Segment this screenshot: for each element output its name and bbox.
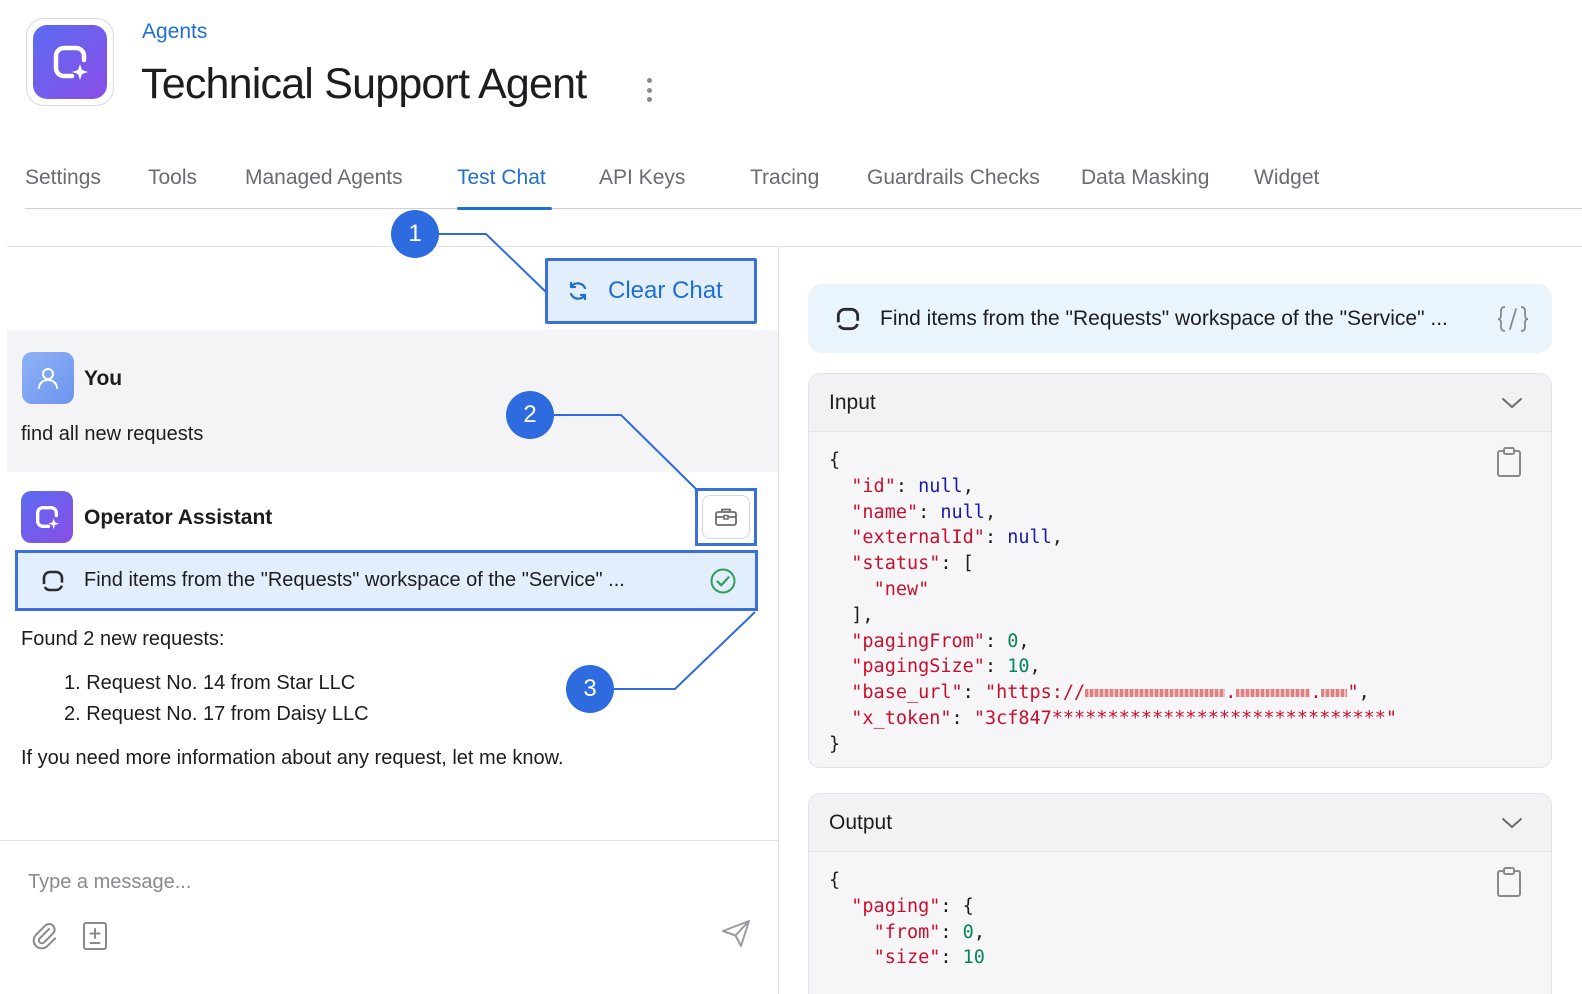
json-key: "externalId" bbox=[851, 527, 985, 549]
breadcrumb-agents[interactable]: Agents bbox=[142, 20, 207, 44]
input-panel-body: { "id": null, "name": null, "externalId"… bbox=[809, 432, 1551, 767]
callout-badge-2: 2 bbox=[506, 391, 554, 439]
output-panel-title: Output bbox=[829, 810, 893, 834]
attach-button[interactable] bbox=[28, 919, 60, 951]
tool-detail-title: Find items from the "Requests" workspace… bbox=[880, 306, 1448, 330]
clipboard-icon[interactable] bbox=[1495, 866, 1523, 898]
json-value: 10 bbox=[1007, 656, 1030, 678]
document-plus-icon bbox=[83, 922, 107, 950]
json-key: "id" bbox=[851, 475, 896, 497]
composer-divider bbox=[0, 840, 778, 841]
redacted-text bbox=[1236, 689, 1311, 698]
divider bbox=[7, 246, 1582, 247]
output-json: { "paging": { "from": 0, "size": 10 bbox=[829, 870, 985, 969]
redacted-text bbox=[1321, 689, 1348, 698]
json-value: "new" bbox=[873, 578, 930, 600]
assistant-avatar bbox=[21, 491, 73, 543]
user-icon bbox=[38, 368, 58, 389]
clear-chat-button[interactable]: Clear Chat bbox=[545, 258, 757, 324]
more-options-icon[interactable] bbox=[641, 74, 657, 106]
output-panel-header[interactable]: Output bbox=[809, 794, 1551, 852]
pane-divider bbox=[778, 247, 779, 994]
tab-bar: Settings Tools Managed Agents Test Chat … bbox=[25, 163, 1582, 210]
send-icon bbox=[722, 920, 750, 947]
output-panel-body: { "paging": { "from": 0, "size": 10 bbox=[809, 852, 1551, 994]
sparkle-loop-icon bbox=[36, 506, 59, 529]
json-key: "pagingFrom" bbox=[851, 630, 985, 652]
json-value: 10 bbox=[962, 947, 985, 969]
user-message-text: find all new requests bbox=[21, 423, 204, 445]
tab-api-keys[interactable]: API Keys bbox=[599, 163, 685, 209]
user-avatar bbox=[22, 352, 74, 404]
json-value: null bbox=[918, 475, 963, 497]
json-value: "https:// bbox=[984, 682, 1086, 704]
tab-data-masking[interactable]: Data Masking bbox=[1081, 163, 1209, 209]
chevron-down-icon[interactable] bbox=[1501, 396, 1523, 410]
tab-widget[interactable]: Widget bbox=[1254, 163, 1319, 209]
assistant-author: Operator Assistant bbox=[84, 506, 273, 529]
json-key: "x_token" bbox=[851, 707, 952, 729]
json-value: null bbox=[940, 501, 985, 523]
input-json: { "id": null, "name": null, "externalId"… bbox=[829, 450, 1398, 755]
json-key: "from" bbox=[873, 921, 941, 943]
refresh-icon bbox=[569, 281, 587, 301]
clipboard-icon[interactable] bbox=[1495, 446, 1523, 478]
json-key: "status" bbox=[851, 553, 941, 575]
tab-managed-agents[interactable]: Managed Agents bbox=[245, 163, 403, 209]
send-button[interactable] bbox=[718, 916, 754, 950]
loop-icon bbox=[42, 570, 64, 591]
assistant-outro: If you need more information about any r… bbox=[21, 747, 564, 769]
list-item: 1. Request No. 14 from Star LLC bbox=[64, 672, 356, 694]
check-circle-icon bbox=[710, 568, 736, 593]
clear-chat-label: Clear Chat bbox=[608, 277, 723, 304]
code-braces-icon[interactable] bbox=[1496, 304, 1530, 334]
json-value: 0 bbox=[1007, 630, 1019, 652]
json-value: null bbox=[1007, 527, 1052, 549]
tool-call-text: Find items from the "Requests" workspace… bbox=[84, 569, 625, 591]
page-title: Technical Support Agent bbox=[141, 60, 587, 108]
json-key: "name" bbox=[851, 501, 919, 523]
input-panel: Input { "id": null, "name": null, "exter… bbox=[808, 373, 1552, 768]
tab-guardrails-checks[interactable]: Guardrails Checks bbox=[867, 163, 1040, 209]
json-key: "size" bbox=[873, 947, 941, 969]
agent-logo bbox=[26, 18, 114, 106]
chevron-down-icon[interactable] bbox=[1501, 816, 1523, 830]
request-list: 1. Request No. 14 from Star LLC 2. Reque… bbox=[64, 668, 369, 730]
user-message: You find all new requests bbox=[7, 330, 778, 472]
tool-detail-header: Find items from the "Requests" workspace… bbox=[808, 284, 1552, 353]
redacted-text bbox=[1085, 689, 1226, 698]
tab-test-chat[interactable]: Test Chat bbox=[457, 163, 552, 210]
tab-tools[interactable]: Tools bbox=[148, 163, 197, 209]
user-author: You bbox=[84, 367, 123, 390]
template-button[interactable] bbox=[80, 920, 110, 952]
input-panel-title: Input bbox=[829, 390, 876, 414]
json-key: "base_url" bbox=[851, 682, 963, 704]
paperclip-icon bbox=[32, 923, 56, 950]
tab-settings[interactable]: Settings bbox=[25, 163, 101, 209]
assistant-intro: Found 2 new requests: bbox=[21, 628, 225, 650]
output-panel: Output { "paging": { "from": 0, "size": … bbox=[808, 793, 1552, 994]
json-value: 0 bbox=[962, 921, 974, 943]
callout-badge-1: 1 bbox=[391, 210, 439, 258]
json-key: "pagingSize" bbox=[851, 656, 985, 678]
sparkle-loop-icon bbox=[53, 45, 88, 80]
toolbox-icon bbox=[715, 508, 737, 526]
json-key: "paging" bbox=[851, 895, 941, 917]
tools-button[interactable] bbox=[695, 488, 757, 546]
input-panel-header[interactable]: Input bbox=[809, 374, 1551, 432]
list-item: 2. Request No. 17 from Daisy LLC bbox=[64, 703, 369, 725]
tab-tracing[interactable]: Tracing bbox=[750, 163, 819, 209]
tool-call-item[interactable]: Find items from the "Requests" workspace… bbox=[15, 550, 758, 611]
json-value: "3cf847******************************" bbox=[973, 707, 1398, 729]
callout-badge-3: 3 bbox=[566, 665, 614, 713]
loop-icon bbox=[836, 307, 860, 330]
message-input[interactable] bbox=[18, 862, 718, 902]
